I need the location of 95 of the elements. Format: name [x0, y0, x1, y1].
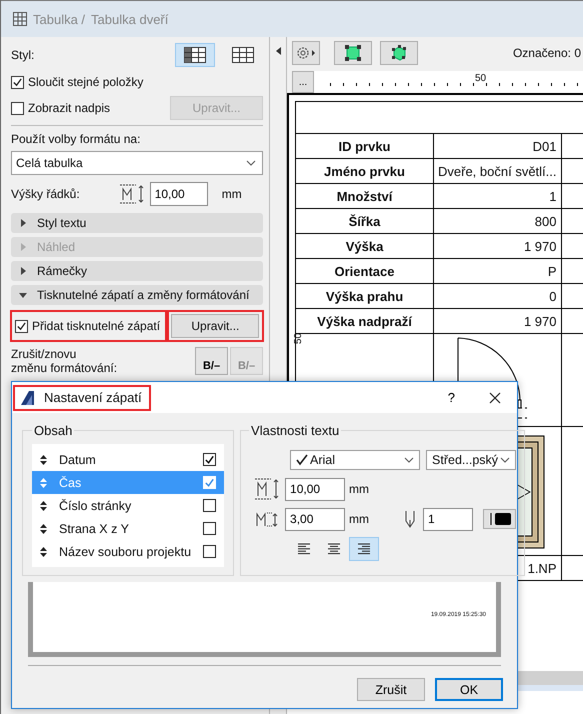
reorder-icon[interactable]	[40, 454, 47, 464]
grid-icon	[184, 47, 206, 63]
font-dropdown[interactable]: Arial	[290, 450, 420, 470]
pen-icon	[405, 510, 416, 528]
table-cell: Výška prahu	[296, 284, 434, 308]
text-height-icon	[253, 478, 282, 500]
checkbox-label: Sloučit stejné položky	[28, 75, 144, 89]
undo-button[interactable]: B/–	[195, 347, 228, 375]
align-right-icon	[357, 542, 372, 556]
row-height-icon	[118, 184, 146, 204]
group-title: Vlastnosti textu	[250, 423, 340, 438]
apply-label: Použít volby formátu na:	[11, 132, 142, 146]
table-cell: ID prvku	[296, 134, 434, 158]
section-header[interactable]: Styl textu	[11, 213, 263, 233]
chevron-down-icon	[500, 457, 510, 463]
section-header[interactable]: Tisknutelné zápatí a změny formátování	[11, 285, 263, 305]
chevron-down-icon	[404, 457, 414, 463]
checkbox-label: Zobrazit nadpis	[28, 101, 110, 115]
align-left-icon	[297, 542, 312, 556]
collapse-arrow-icon[interactable]	[276, 47, 280, 55]
settings-button[interactable]	[292, 41, 320, 65]
line-spacing-field[interactable]: 3,00	[285, 508, 346, 530]
triangle-right-icon	[19, 243, 27, 251]
triangle-down-icon	[19, 291, 27, 299]
cube-selection-icon	[390, 44, 408, 62]
list-item[interactable]: Název souboru projektu	[32, 540, 224, 563]
ruler-number: 50	[475, 73, 486, 84]
table-cell: 800	[434, 208, 561, 234]
unit-label: mm	[222, 187, 242, 201]
checkbox[interactable]	[203, 522, 216, 535]
section-header[interactable]: Rámečky	[11, 261, 263, 281]
checkbox-label: Přidat tisknutelné zápatí	[32, 319, 160, 333]
list-item[interactable]: Datum	[32, 448, 224, 471]
square-selection-icon	[345, 45, 361, 61]
check-icon	[296, 454, 308, 466]
pen-color-button[interactable]	[483, 509, 516, 529]
grid-icon	[232, 47, 254, 63]
triangle-right-icon	[19, 267, 27, 275]
window-title: Tabulka dveří	[91, 12, 168, 26]
row-height-label: Výšky řádků:	[11, 187, 80, 201]
unit-label: mm	[349, 512, 370, 526]
ok-button[interactable]: OK	[435, 678, 503, 701]
selection-count: Označeno: 0	[512, 46, 582, 60]
table-cell: Šířka	[296, 208, 434, 234]
table-cell: Dveře, boční světlí...	[434, 158, 561, 184]
close-icon[interactable]	[489, 392, 501, 404]
select-3d-button[interactable]	[380, 41, 418, 65]
table-cell: 1	[434, 184, 561, 208]
reorder-icon[interactable]	[40, 546, 47, 556]
select-element-button[interactable]	[334, 41, 372, 65]
list-item[interactable]: Číslo stránky	[32, 494, 224, 517]
reorder-icon[interactable]	[40, 500, 47, 510]
pen-field[interactable]: 1	[423, 508, 474, 530]
align-center-icon	[327, 542, 342, 556]
ruler-number: 50	[293, 332, 304, 344]
style-label: Styl:	[11, 48, 34, 62]
gear-icon	[295, 45, 317, 61]
reorder-icon[interactable]	[40, 524, 47, 534]
help-button[interactable]: ?	[448, 390, 455, 405]
text-height-field[interactable]: 10,00	[285, 478, 346, 500]
app-logo-icon	[20, 390, 36, 406]
undo-label: Zrušit/znovu změnu formátování:	[11, 347, 118, 375]
encoding-dropdown[interactable]: Střed...pský	[426, 450, 516, 470]
chevron-down-icon	[246, 160, 256, 166]
table-cell: Výška nadpraží	[296, 308, 434, 334]
table-cell: 1 970	[434, 308, 561, 334]
table-cell: 1 970	[434, 234, 561, 258]
table-cell: Výška	[296, 234, 434, 258]
cancel-button[interactable]: Zrušit	[357, 678, 425, 701]
align-button[interactable]	[349, 537, 380, 561]
unit-label: mm	[349, 482, 370, 496]
checkbox[interactable]	[203, 453, 216, 466]
window-title: Tabulka /	[33, 12, 86, 26]
table-cell: Množství	[296, 184, 434, 208]
checkbox[interactable]	[11, 102, 24, 114]
list-item[interactable]: Strana X z Y	[32, 517, 224, 540]
color-swatch-icon	[488, 512, 512, 526]
checkbox[interactable]	[203, 499, 216, 512]
table-cell: P	[434, 258, 561, 284]
row-height-field[interactable]: 10,00	[150, 182, 208, 206]
triangle-right-icon	[19, 219, 27, 227]
table-style-button[interactable]	[175, 43, 215, 67]
checkbox[interactable]	[203, 545, 216, 558]
table-cell: 0	[434, 284, 561, 308]
more-button[interactable]: ...	[292, 71, 314, 93]
dialog-title: Nastavení zápatí	[44, 390, 142, 405]
table-cell: Orientace	[296, 258, 434, 284]
edit-button[interactable]: Upravit...	[171, 314, 260, 338]
apply-dropdown[interactable]: Celá tabulka	[11, 151, 263, 175]
table-icon	[13, 12, 27, 26]
checkbox[interactable]	[15, 320, 28, 332]
table-cell: Jméno prvku	[296, 158, 434, 184]
checkbox[interactable]	[11, 76, 24, 88]
table-cell: D01	[434, 134, 561, 158]
group-title: Obsah	[33, 423, 74, 438]
